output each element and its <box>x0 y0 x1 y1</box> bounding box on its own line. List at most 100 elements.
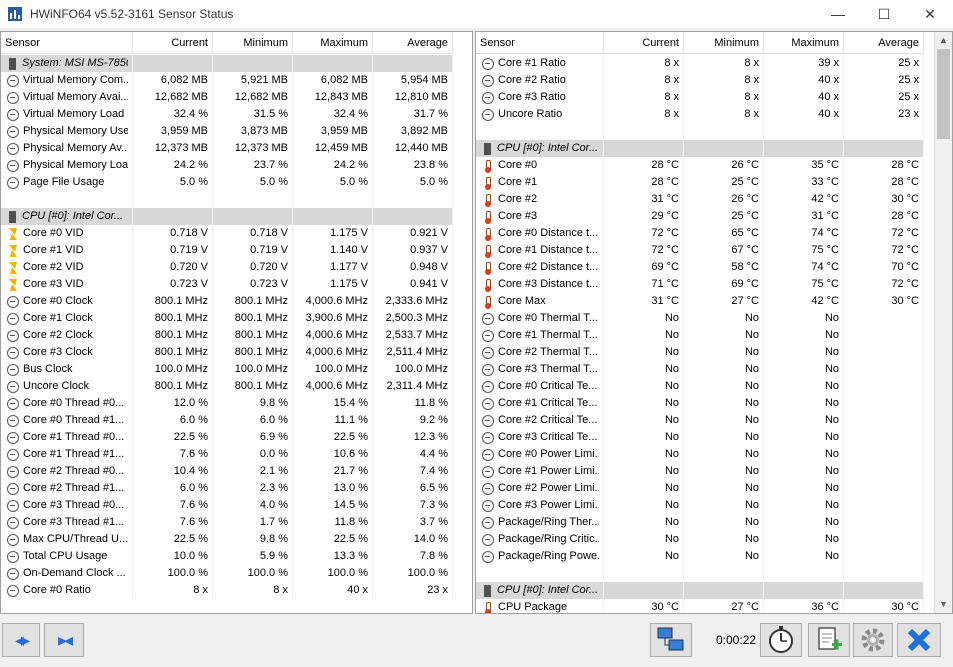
current-value: 29 °C <box>604 208 684 225</box>
minimum-value: 12,682 MB <box>213 89 293 106</box>
col-minimum[interactable]: Minimum <box>684 32 764 53</box>
sensor-row[interactable]: Core #1 Critical Te... No No No <box>476 395 924 412</box>
sensor-row[interactable]: Physical Memory Av... 12,373 MB 12,373 MB 1… <box>1 140 453 157</box>
sensor-row[interactable]: Core #0 Thread #1... 6.0 % 6.0 % 11.1 % 9.2 … <box>1 412 453 429</box>
vertical-scrollbar[interactable]: ▲ ▼ <box>934 32 952 613</box>
sensor-row[interactable]: Core #3 Thread #1... 7.6 % 1.7 % 11.8 % 3.7 … <box>1 514 453 531</box>
sensor-row[interactable]: Core #2 Ratio 8 x8 x 40 x 25 x <box>476 72 924 89</box>
sensor-row[interactable]: Package/Ring Powe... No No No <box>476 548 924 565</box>
sensor-row[interactable]: Core #3 Power Limi... No No No <box>476 497 924 514</box>
sensor-row[interactable]: Package/Ring Critic... No No No <box>476 531 924 548</box>
average-value <box>844 412 924 429</box>
scroll-up-arrow[interactable]: ▲ <box>935 32 952 49</box>
minimum-value: No <box>684 463 764 480</box>
sensor-row[interactable]: Core #2 Distance t... 69 °C 58 °C 74 °C 70 °… <box>476 259 924 276</box>
sensor-row[interactable]: Core #1 28 °C 25 °C 33 °C 28 °C <box>476 174 924 191</box>
sensor-row[interactable]: Core #2 Power Limi... No No No <box>476 480 924 497</box>
sensor-row[interactable]: Core #1 Thread #1... 7.6 % 0.0 % 10.6 % 4.4 … <box>1 446 453 463</box>
sensor-row[interactable]: Core #2 Critical Te... No No No <box>476 412 924 429</box>
sensor-group-row[interactable]: System: MSI MS-7850 <box>1 55 453 72</box>
sensor-row[interactable]: Core #3 Ratio 8 x8 x 40 x 25 x <box>476 89 924 106</box>
sensor-row[interactable]: Uncore Ratio 8 x8 x 40 x 23 x <box>476 106 924 123</box>
sensor-row[interactable]: Core #3 Critical Te... No No No <box>476 429 924 446</box>
sensor-row[interactable]: Core #1 Thermal T... No No No <box>476 327 924 344</box>
sensor-row[interactable]: Core #1 Ratio 8 x8 x 39 x 25 x <box>476 55 924 72</box>
sensor-row[interactable]: Core #3 Clock 800.1 MHz 800.1 MHz 4,000.6 M… <box>1 344 453 361</box>
nav-expand-button[interactable]: ◂▸ <box>2 623 40 657</box>
minimum-value: 9.8 % <box>213 395 293 412</box>
sensor-row[interactable]: Core #1 Power Limi... No No No <box>476 463 924 480</box>
sensor-row[interactable]: Core #3 VID 0.723 V 0.723 V 1.175 V 0.941 V <box>1 276 453 293</box>
scroll-down-arrow[interactable]: ▼ <box>935 596 952 613</box>
sensor-row[interactable]: Total CPU Usage 10.0 % 5.9 % 13.3 % 7.8 % <box>1 548 453 565</box>
sensor-row[interactable]: Core #2 Thread #1... 6.0 % 2.3 % 13.0 % 6.5 … <box>1 480 453 497</box>
sensor-name-cell <box>476 123 604 140</box>
sensor-row[interactable]: Virtual Memory Load 32.4 % 31.5 % 32.4 % 31.… <box>1 106 453 123</box>
settings-button[interactable] <box>853 623 893 657</box>
sensor-row[interactable]: Package/Ring Ther... No No No <box>476 514 924 531</box>
col-maximum[interactable]: Maximum <box>764 32 844 53</box>
sensor-row[interactable]: Core #1 Distance t... 72 °C 67 °C 75 °C 72 °… <box>476 242 924 259</box>
col-minimum[interactable]: Minimum <box>213 32 293 53</box>
sensor-row[interactable]: Core #2 Thermal T... No No No <box>476 344 924 361</box>
sensor-row[interactable]: Core #1 Thread #0... 22.5 % 6.9 % 22.5 % 12.… <box>1 429 453 446</box>
sensor-row[interactable]: Core #3 Thread #0... 7.6 % 4.0 % 14.5 % 7.3 … <box>1 497 453 514</box>
sensor-row[interactable]: Uncore Clock 800.1 MHz 800.1 MHz 4,000.6 MH… <box>1 378 453 395</box>
sensor-pane-right[interactable]: Sensor Current Minimum Maximum Average C… <box>475 31 953 614</box>
sensor-row[interactable]: Core #3 Thermal T... No No No <box>476 361 924 378</box>
sensor-row[interactable]: Core #2 Thread #0... 10.4 % 2.1 % 21.7 % 7.4… <box>1 463 453 480</box>
sensor-row[interactable]: Core #0 Critical Te... No No No <box>476 378 924 395</box>
sensor-row[interactable]: On-Demand Clock ... 100.0 % 100.0 % 100.0 %… <box>1 565 453 582</box>
network-button[interactable] <box>650 623 692 657</box>
sensor-row[interactable]: Core #0 VID 0.718 V 0.718 V 1.175 V 0.921 V <box>1 225 453 242</box>
logging-button[interactable] <box>808 623 850 657</box>
col-maximum[interactable]: Maximum <box>293 32 373 53</box>
sensor-row[interactable]: Virtual Memory Avai... 12,682 MB 12,682 MB… <box>1 89 453 106</box>
sensor-group-row[interactable]: CPU [#0]: Intel Cor... <box>476 582 924 599</box>
sensor-row[interactable]: Bus Clock 100.0 MHz 100.0 MHz 100.0 MHz 100.… <box>1 361 453 378</box>
sensor-row[interactable]: Core #0 Ratio 8 x8 x 40 x 23 x <box>1 582 453 599</box>
sensor-row[interactable]: Core #2 VID 0.720 V 0.720 V 1.177 V 0.948 V <box>1 259 453 276</box>
sensor-row[interactable]: Core #1 VID 0.719 V 0.719 V 1.140 V 0.937 V <box>1 242 453 259</box>
sensor-label: Core #1 Ratio <box>498 57 566 69</box>
sensor-row[interactable]: Core #0 Clock 800.1 MHz 800.1 MHz 4,000.6 M… <box>1 293 453 310</box>
thermometer-icon <box>484 176 492 190</box>
sensor-group-row[interactable]: CPU [#0]: Intel Cor... <box>1 208 453 225</box>
minimum-value <box>213 55 293 72</box>
sensor-row[interactable]: CPU Package 30 °C 27 °C 36 °C 30 °C <box>476 599 924 613</box>
sensor-row[interactable]: Core #2 31 °C 26 °C 42 °C 30 °C <box>476 191 924 208</box>
sensor-row[interactable]: Core #0 28 °C 26 °C 35 °C 28 °C <box>476 157 924 174</box>
close-sensors-button[interactable] <box>897 623 941 657</box>
sensor-row[interactable]: Core #0 Thermal T... No No No <box>476 310 924 327</box>
col-current[interactable]: Current <box>604 32 684 53</box>
sensor-row[interactable]: Core #1 Clock 800.1 MHz 800.1 MHz 3,900.6 M… <box>1 310 453 327</box>
minimize-button[interactable]: — <box>815 0 861 28</box>
maximize-button[interactable]: ☐ <box>861 0 907 28</box>
sensor-row[interactable]: Physical Memory Used 3,959 MB 3,873 MB 3,95… <box>1 123 453 140</box>
sensor-row[interactable]: Core #0 Thread #0... 12.0 % 9.8 % 15.4 % 11.… <box>1 395 453 412</box>
col-current[interactable]: Current <box>133 32 213 53</box>
col-sensor[interactable]: Sensor <box>476 32 604 53</box>
sensor-row[interactable]: Core #3 Distance t... 71 °C 69 °C 75 °C 72 °… <box>476 276 924 293</box>
sensor-name-cell: CPU [#0]: Intel Cor... <box>476 582 604 599</box>
sensor-row[interactable]: Core #3 29 °C 25 °C 31 °C 28 °C <box>476 208 924 225</box>
sensor-row[interactable]: Core #0 Distance t... 72 °C 65 °C 74 °C 72 °… <box>476 225 924 242</box>
sensor-group-row[interactable]: CPU [#0]: Intel Cor... <box>476 140 924 157</box>
sensor-row[interactable]: Core #2 Clock 800.1 MHz 800.1 MHz 4,000.6 M… <box>1 327 453 344</box>
close-button[interactable]: ✕ <box>907 0 953 28</box>
sensor-row[interactable]: Virtual Memory Com... 6,082 MB 5,921 MB 6,0… <box>1 72 453 89</box>
sensor-row[interactable]: Max CPU/Thread U... 22.5 % 9.8 % 22.5 % 14.0… <box>1 531 453 548</box>
sensor-pane-left[interactable]: Sensor Current Minimum Maximum Average S… <box>0 31 473 614</box>
scroll-thumb[interactable] <box>937 49 950 139</box>
col-average[interactable]: Average <box>373 32 453 53</box>
sensor-row[interactable]: Physical Memory Load 24.2 % 23.7 % 24.2 % 23… <box>1 157 453 174</box>
nav-collapse-button[interactable]: ▸◂ <box>44 623 84 657</box>
reset-timer-button[interactable] <box>760 623 802 657</box>
sensor-name-cell: Page File Usage <box>1 174 133 191</box>
average-value <box>844 310 924 327</box>
col-average[interactable]: Average <box>844 32 924 53</box>
sensor-row[interactable]: Core Max 31 °C 27 °C 42 °C 30 °C <box>476 293 924 310</box>
sensor-row[interactable]: Page File Usage 5.0 % 5.0 % 5.0 % 5.0 % <box>1 174 453 191</box>
col-sensor[interactable]: Sensor <box>1 32 133 53</box>
sensor-row[interactable]: Core #0 Power Limi... No No No <box>476 446 924 463</box>
